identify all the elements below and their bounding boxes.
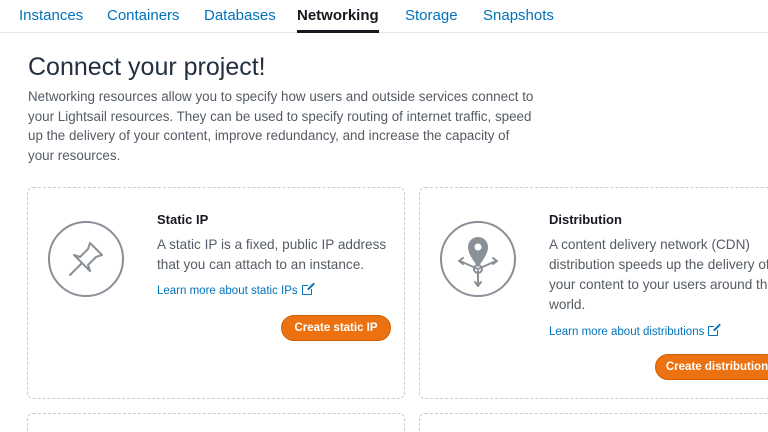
next-card: [419, 413, 768, 432]
static-ip-card: Static IP A static IP is a fixed, public…: [27, 187, 405, 399]
pushpin-icon: [48, 221, 124, 297]
tab-snapshots[interactable]: Snapshots: [483, 7, 554, 24]
distribution-title: Distribution: [549, 212, 622, 227]
distribution-card: Distribution A content delivery network …: [419, 187, 768, 399]
static-ip-learn-more-link[interactable]: Learn more about static IPs: [157, 284, 313, 297]
create-static-ip-button[interactable]: Create static IP: [281, 315, 391, 341]
tab-networking[interactable]: Networking: [297, 7, 379, 33]
distribution-learn-more-link[interactable]: Learn more about distributions: [549, 325, 720, 338]
static-ip-description: A static IP is a fixed, public IP addres…: [157, 237, 387, 272]
create-distribution-button[interactable]: Create distribution: [655, 354, 768, 380]
static-ip-link-label: Learn more about static IPs: [157, 285, 298, 297]
tab-databases[interactable]: Databases: [204, 7, 276, 24]
static-ip-title: Static IP: [157, 212, 209, 227]
tab-storage[interactable]: Storage: [405, 7, 458, 24]
distribution-description: A content delivery network (CDN) distrib…: [549, 237, 768, 312]
intro-text: Networking resources allow you to specif…: [28, 89, 534, 163]
external-link-icon: [301, 284, 313, 295]
distribution-pin-icon: [440, 221, 516, 297]
tab-instances[interactable]: Instances: [19, 7, 83, 24]
tab-bar: Instances Containers Databases Networkin…: [0, 0, 768, 33]
distribution-link-label: Learn more about distributions: [549, 326, 705, 338]
external-link-icon: [708, 325, 720, 336]
next-card: [27, 413, 405, 432]
page-title: Connect your project!: [28, 53, 266, 81]
tab-containers[interactable]: Containers: [107, 7, 180, 24]
